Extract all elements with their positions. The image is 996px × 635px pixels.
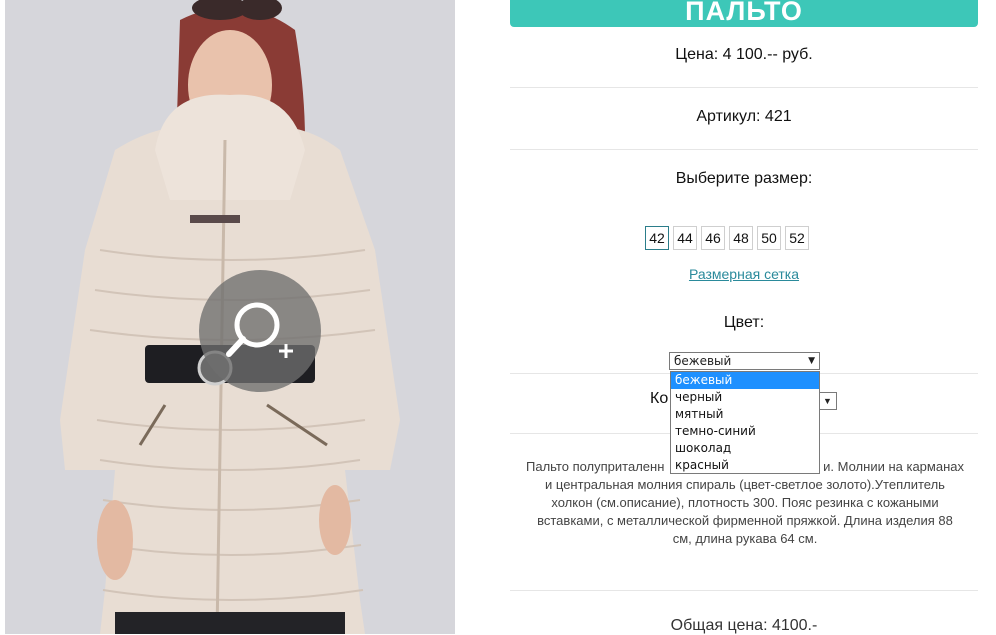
color-option-navy[interactable]: темно-синий (671, 423, 819, 440)
size-option-52[interactable]: 52 (785, 226, 809, 250)
color-select-value: бежевый (674, 354, 732, 368)
description-text: и центральная молния спираль (цвет-светл… (537, 477, 953, 546)
divider (510, 149, 978, 150)
size-chart-link[interactable]: Размерная сетка (510, 266, 978, 282)
size-option-44[interactable]: 44 (673, 226, 697, 250)
quantity-label: Ко (650, 390, 669, 407)
chevron-down-icon: ▼ (823, 396, 832, 406)
zoom-in-icon (226, 302, 293, 358)
divider (510, 590, 978, 591)
size-option-50[interactable]: 50 (757, 226, 781, 250)
color-option-red[interactable]: красный (671, 457, 819, 474)
price-text: Цена: 4 100.-- руб. (675, 46, 813, 63)
description-line1-left: Пальто полуприталенн (526, 459, 665, 474)
size-option-42[interactable]: 42 (645, 226, 669, 250)
product-title: ПАЛЬТО (510, 0, 978, 27)
sku-text: Артикул: 421 (696, 108, 792, 125)
product-photo[interactable] (5, 0, 455, 634)
quantity-select[interactable]: ▼ (818, 392, 837, 410)
chevron-down-icon: ▼ (808, 356, 815, 366)
description-line1-right: и. Молнии на карманах (823, 459, 964, 474)
divider (510, 87, 978, 88)
color-option-beige[interactable]: бежевый (671, 372, 819, 389)
size-option-46[interactable]: 46 (701, 226, 725, 250)
zoom-button[interactable] (199, 270, 321, 392)
color-option-chocolate[interactable]: шоколад (671, 440, 819, 457)
color-option-black[interactable]: черный (671, 389, 819, 406)
choose-size-label: Выберите размер: (675, 170, 813, 187)
size-option-48[interactable]: 48 (729, 226, 753, 250)
color-dropdown-list: бежевый черный мятный темно-синий шокола… (670, 371, 820, 474)
color-select[interactable]: бежевый ▼ (669, 352, 820, 370)
color-option-mint[interactable]: мятный (671, 406, 819, 423)
size-selector: 42 44 46 48 50 52 (645, 226, 809, 250)
total-price: Общая цена: 4100.- (670, 617, 818, 634)
color-label: Цвет: (723, 314, 765, 331)
